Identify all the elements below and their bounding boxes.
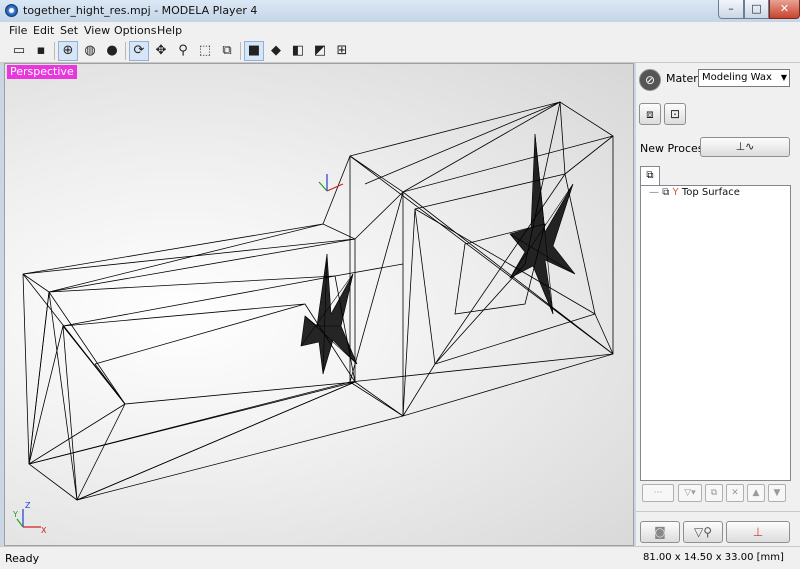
copy-process-button[interactable]: ⧉: [705, 484, 723, 502]
view-iso-icon[interactable]: ◩: [310, 41, 330, 61]
close-button[interactable]: ✕: [769, 0, 800, 19]
fixture-setup-button[interactable]: ⊡: [664, 103, 686, 125]
menu-set[interactable]: Set: [60, 24, 78, 37]
view-mode-label: Perspective: [7, 65, 77, 79]
toolbar-separator: [54, 42, 55, 60]
axis-gizmo: X Z Y: [13, 501, 47, 535]
material-select[interactable]: Modeling Wax ▼: [698, 69, 790, 87]
delete-process-button[interactable]: ✕: [726, 484, 744, 502]
view-side-icon[interactable]: ◧: [288, 41, 308, 61]
new-process-label: New Process: [640, 142, 710, 155]
model-dimensions: 81.00 x 14.50 x 33.00 [mm]: [643, 552, 784, 563]
toolbar: ▭ ▪ ⊕ ◍ ● ⟳ ✥ ⚲ ⬚ ⧉ ■ ◆ ◧ ◩ ⊞: [0, 39, 800, 63]
rotate-icon[interactable]: ⟳: [129, 41, 149, 61]
pan-icon[interactable]: ✥: [151, 41, 171, 61]
title-bar: together_hight_res.mpj - MODELA Player 4…: [0, 0, 800, 22]
model-icon: ⧉: [662, 187, 670, 198]
new-process-button[interactable]: ⊥∿: [700, 137, 790, 157]
panel-divider: [636, 511, 800, 512]
preview-cut-button[interactable]: ▽⚲: [683, 521, 723, 543]
3d-viewport[interactable]: Perspective X Z Y: [4, 63, 634, 546]
axis-label-z: Z: [25, 501, 31, 510]
stop-button[interactable]: ◙: [640, 521, 680, 543]
app-icon: [5, 4, 18, 17]
wireframe-model: [22, 101, 614, 501]
open-folder-icon[interactable]: ▭: [9, 41, 29, 61]
menu-bar: File Edit Set View Options Help: [0, 22, 800, 39]
side-panel: ⊘ Material Modeling Wax ▼ ⧈ ⊡ New Proces…: [636, 63, 800, 546]
maximize-button[interactable]: □: [744, 0, 769, 19]
tree-tab[interactable]: ⧉: [640, 166, 660, 185]
solid-sphere-icon[interactable]: ●: [102, 41, 122, 61]
tree-connector: —: [649, 187, 659, 198]
stock-setup-button[interactable]: ⧈: [639, 103, 661, 125]
tree-item-top-surface[interactable]: — ⧉ Y Top Surface: [649, 187, 740, 198]
menu-file[interactable]: File: [9, 24, 27, 37]
view-top-icon[interactable]: ◆: [266, 41, 286, 61]
start-cutting-button[interactable]: ⊥: [726, 521, 790, 543]
chevron-down-icon: ▼: [780, 73, 787, 82]
menu-view[interactable]: View: [84, 24, 110, 37]
menu-help[interactable]: Help: [157, 24, 182, 37]
status-bar: Ready 81.00 x 14.50 x 33.00 [mm]: [0, 546, 800, 569]
axis-label-x: X: [41, 526, 47, 535]
view-multi-icon[interactable]: ⊞: [332, 41, 352, 61]
move-up-button[interactable]: ▲: [747, 484, 765, 502]
zoom-icon[interactable]: ⚲: [173, 41, 193, 61]
tool-select-button[interactable]: ▽▾: [678, 484, 702, 502]
move-down-button[interactable]: ▼: [768, 484, 786, 502]
process-tree: — ⧉ Y Top Surface: [640, 185, 791, 481]
status-text: Ready: [5, 552, 40, 565]
edit-process-button[interactable]: ⋯: [642, 484, 674, 502]
tree-item-label: Top Surface: [681, 187, 740, 198]
process-icon: Y: [672, 187, 679, 198]
zoom-box-icon[interactable]: ⧉: [217, 41, 237, 61]
menu-edit[interactable]: Edit: [33, 24, 54, 37]
toolbar-separator: [125, 42, 126, 60]
toolbar-separator: [240, 42, 241, 60]
minimize-button[interactable]: –: [718, 0, 744, 19]
compass-icon[interactable]: ⊘: [639, 69, 661, 91]
shaded-sphere-icon[interactable]: ◍: [80, 41, 100, 61]
view-front-icon[interactable]: ■: [244, 41, 264, 61]
axis-label-y: Y: [13, 510, 18, 519]
window-title: together_hight_res.mpj - MODELA Player 4: [23, 4, 258, 17]
menu-options[interactable]: Options: [114, 24, 156, 37]
wireframe-view-icon[interactable]: ⊕: [58, 41, 78, 61]
zoom-fit-icon[interactable]: ⬚: [195, 41, 215, 61]
save-icon[interactable]: ▪: [31, 41, 51, 61]
material-value: Modeling Wax: [702, 72, 772, 83]
